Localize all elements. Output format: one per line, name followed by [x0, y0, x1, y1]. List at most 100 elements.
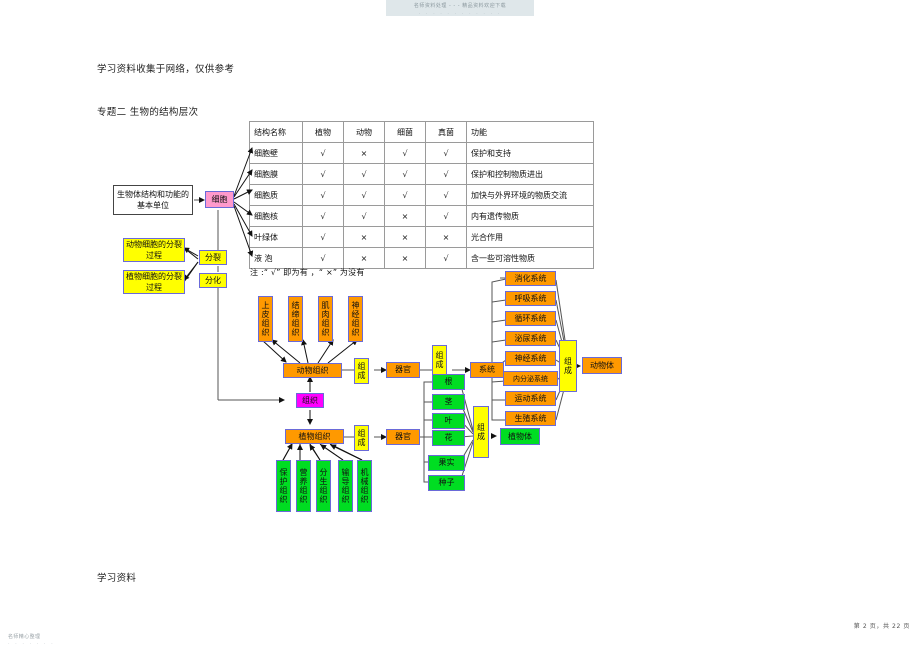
node-organ-animal[interactable]: 器官 — [386, 362, 420, 378]
cell-fungi: √ — [425, 142, 467, 164]
cell-plant: √ — [302, 205, 344, 227]
node-animal-tissue[interactable]: 动物组织 — [283, 363, 342, 378]
node-tissue[interactable]: 组织 — [296, 393, 324, 408]
table-row: 细胞质 √ √ √ √ 加快与外界环境的物质交流 — [249, 184, 594, 206]
node-system-label: 系统 — [479, 365, 495, 374]
compose-label-text: 组成 — [357, 429, 366, 447]
table-row: 细胞核 √ √ × √ 内有遗传物质 — [249, 205, 594, 227]
node-plant-organ-fruit[interactable]: 果实 — [428, 455, 465, 471]
bottom-watermark-text: 名师精心整理 — [8, 634, 41, 640]
node-animal-tissue-nervous[interactable]: 神经组织 — [348, 296, 363, 342]
node-cell[interactable]: 细胞 — [205, 191, 234, 208]
compose-label-text: 组成 — [476, 423, 486, 441]
top-watermark-banner: 名师资料处理 - - - 精品资料欢迎下载 · · · · · · · · · … — [386, 0, 534, 17]
node-system[interactable]: 系统 — [470, 362, 504, 378]
cell-plant: √ — [302, 142, 344, 164]
node-animal-tissue-label: 动物组织 — [296, 365, 329, 375]
node-label: 神经组织 — [351, 301, 360, 337]
node-organ-label: 器官 — [395, 365, 411, 374]
node-system-motor[interactable]: 运动系统 — [505, 391, 556, 406]
table-row: 叶绿体 √ × × × 光合作用 — [249, 226, 594, 248]
node-plant-tissue-protective[interactable]: 保护组织 — [276, 460, 291, 512]
cell-structure-name: 细胞质 — [249, 184, 303, 206]
node-division-label: 分裂 — [205, 252, 221, 262]
node-animal-cell-division[interactable]: 动物细胞的分裂过程 — [123, 238, 185, 262]
table-note: 注 :“ √” 即为有 ，“ ×” 为没有 — [250, 268, 365, 277]
node-tissue-label: 组织 — [302, 395, 318, 405]
definition-text: 生物体结构和功能的基本单位 — [117, 190, 189, 210]
node-division[interactable]: 分裂 — [199, 250, 227, 265]
node-organ-plant[interactable]: 器官 — [386, 429, 420, 445]
node-system-endocrine[interactable]: 内分泌系统 — [503, 371, 558, 386]
node-plant-organ-root[interactable]: 根 — [432, 374, 465, 390]
page-title: 专题二 生物的结构层次 — [97, 107, 199, 118]
table-header-cell: 结构名称 — [249, 121, 303, 143]
node-system-reproductive[interactable]: 生殖系统 — [505, 411, 556, 426]
node-label: 消化系统 — [514, 273, 547, 283]
node-system-nervous[interactable]: 神经系统 — [505, 351, 556, 366]
cell-structure-name: 细胞核 — [249, 205, 303, 227]
node-animal-tissue-epithelial[interactable]: 上皮组织 — [258, 296, 273, 342]
node-animal-tissue-connective[interactable]: 结缔组织 — [288, 296, 303, 342]
compose-label-text: 组成 — [357, 362, 366, 380]
node-label: 果实 — [438, 458, 455, 467]
cell-structure-name: 细胞膜 — [249, 163, 303, 185]
cell-plant: √ — [302, 163, 344, 185]
cell-bacteria: × — [384, 226, 426, 248]
node-label: 内分泌系统 — [513, 374, 548, 383]
node-plant-tissue-mechanical[interactable]: 机械组织 — [357, 460, 372, 512]
table-header-cell: 植物 — [302, 121, 344, 143]
node-system-digestive[interactable]: 消化系统 — [505, 271, 556, 286]
node-animal-cell-division-label: 动物细胞的分裂过程 — [126, 240, 182, 260]
node-label: 结缔组织 — [291, 301, 300, 337]
cell-fungi: √ — [425, 184, 467, 206]
node-organ-label: 器官 — [395, 432, 411, 441]
cell-fungi: × — [425, 226, 467, 248]
cell-function: 光合作用 — [466, 226, 594, 248]
cell-animal: √ — [343, 205, 385, 227]
bottom-watermark: 名师精心整理 · · · · · · · — [8, 633, 55, 647]
cell-structure-name: 液 泡 — [249, 247, 303, 269]
node-animal-body[interactable]: 动物体 — [582, 357, 622, 374]
node-plant-cell-division-label: 植物细胞的分裂过程 — [126, 272, 182, 292]
cell-animal: √ — [343, 184, 385, 206]
compose-label-plant-tissue: 组成 — [354, 425, 369, 451]
node-plant-tissue-meristematic[interactable]: 分生组织 — [316, 460, 331, 512]
cell-function: 内有遗传物质 — [466, 205, 594, 227]
node-plant-body-label: 植物体 — [508, 431, 532, 441]
cell-fungi: √ — [425, 247, 467, 269]
node-plant-tissue-label: 植物组织 — [298, 431, 331, 441]
table-header-cell: 动物 — [343, 121, 385, 143]
document-footer: 学习资料 — [97, 573, 137, 584]
page-number: 第 2 页，共 22 页 — [853, 623, 910, 630]
cell-bacteria: × — [384, 205, 426, 227]
node-label: 茎 — [444, 397, 453, 406]
node-plant-organ-seed[interactable]: 种子 — [428, 475, 465, 491]
node-plant-cell-division[interactable]: 植物细胞的分裂过程 — [123, 270, 185, 294]
cell-function: 保护和控制物质进出 — [466, 163, 594, 185]
node-animal-tissue-muscle[interactable]: 肌肉组织 — [318, 296, 333, 342]
node-plant-tissue[interactable]: 植物组织 — [285, 429, 344, 444]
node-label: 花 — [444, 433, 453, 442]
node-plant-organ-flower[interactable]: 花 — [432, 430, 465, 446]
cell-bacteria: × — [384, 247, 426, 269]
node-plant-tissue-nutritive[interactable]: 营养组织 — [296, 460, 311, 512]
node-label: 呼吸系统 — [514, 293, 547, 303]
top-watermark-line2: · · · · · · · · · · · · — [418, 11, 502, 17]
cell-function: 保护和支持 — [466, 142, 594, 164]
node-label: 上皮组织 — [261, 301, 270, 337]
document-note: 学习资料收集于网络，仅供参考 — [97, 64, 235, 75]
compose-label-organ-to-plant-body: 组成 — [473, 406, 489, 458]
node-plant-organ-stem[interactable]: 茎 — [432, 394, 465, 410]
node-system-urinary[interactable]: 泌尿系统 — [505, 331, 556, 346]
node-system-circulatory[interactable]: 循环系统 — [505, 311, 556, 326]
node-plant-tissue-vascular[interactable]: 输导组织 — [338, 460, 353, 512]
node-plant-body[interactable]: 植物体 — [500, 428, 540, 445]
compose-label-system-to-animal-body: 组成 — [559, 340, 577, 392]
node-differentiation[interactable]: 分化 — [199, 273, 227, 288]
cell-function: 含一些可溶性物质 — [466, 247, 594, 269]
cell-bacteria: √ — [384, 184, 426, 206]
node-system-respiratory[interactable]: 呼吸系统 — [505, 291, 556, 306]
node-plant-organ-leaf[interactable]: 叶 — [432, 413, 465, 429]
cell-structure-name: 叶绿体 — [249, 226, 303, 248]
